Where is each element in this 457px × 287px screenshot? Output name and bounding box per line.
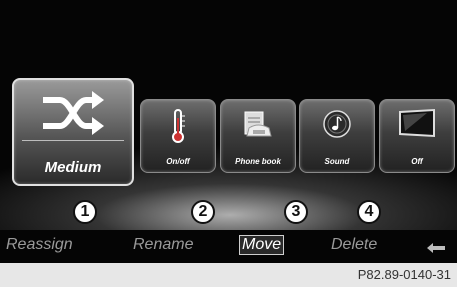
favorite-tile-phone-book[interactable]: Phone book bbox=[220, 99, 296, 173]
screen-icon bbox=[399, 108, 435, 138]
tile-label: Medium bbox=[44, 159, 102, 176]
head-unit-screen: Medium On/off Phone book Sound Off 1 2 3… bbox=[0, 0, 457, 263]
callout-marker-2: 2 bbox=[191, 200, 215, 224]
tile-label: Off bbox=[411, 157, 423, 166]
callout-marker-4: 4 bbox=[357, 200, 381, 224]
music-note-icon bbox=[323, 110, 351, 138]
tile-label: On/off bbox=[166, 157, 190, 166]
reassign-button[interactable]: Reassign bbox=[6, 236, 73, 254]
figure-code: P82.89-0140-31 bbox=[357, 267, 451, 282]
figure-caption-bar: P82.89-0140-31 bbox=[0, 263, 457, 287]
delete-button[interactable]: Delete bbox=[331, 236, 377, 254]
tile-label: Phone book bbox=[235, 157, 281, 166]
favorite-tile-shuffle[interactable]: Medium bbox=[12, 78, 134, 186]
favorite-tile-climate[interactable]: On/off bbox=[140, 99, 216, 173]
tile-label: Sound bbox=[324, 157, 350, 166]
favorite-tile-display-off[interactable]: Off bbox=[379, 99, 455, 173]
back-arrow-icon[interactable] bbox=[427, 242, 447, 254]
move-button[interactable]: Move bbox=[239, 235, 285, 255]
softkey-bar: Reassign Rename Move Delete bbox=[0, 230, 457, 263]
favorite-tile-sound[interactable]: Sound bbox=[299, 99, 375, 173]
tile-divider bbox=[22, 140, 124, 141]
shuffle-icon bbox=[43, 91, 104, 135]
rename-button[interactable]: Rename bbox=[133, 236, 193, 254]
thermometer-icon bbox=[172, 109, 185, 143]
callout-marker-1: 1 bbox=[73, 200, 97, 224]
callout-marker-3: 3 bbox=[284, 200, 308, 224]
phone-book-icon bbox=[244, 111, 272, 137]
